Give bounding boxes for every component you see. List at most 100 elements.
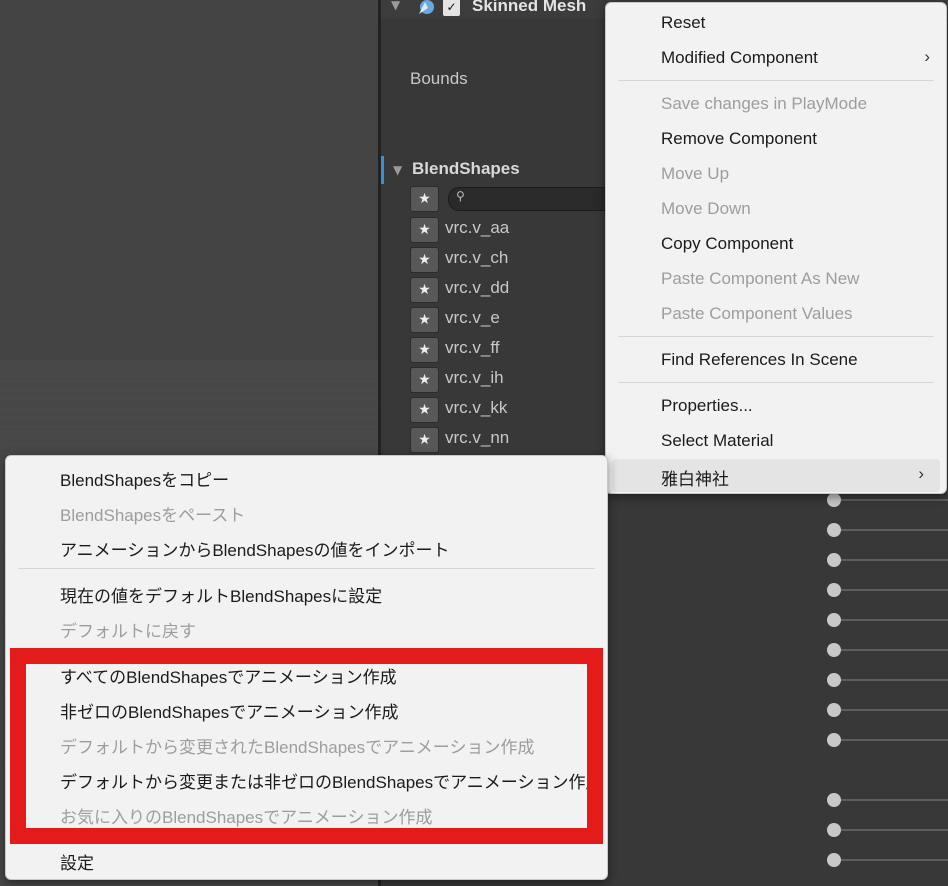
component-menu-item-label: Properties... (661, 396, 753, 415)
component-menu-item-label: Save changes in PlayMode (661, 94, 868, 113)
foldout-arrow-icon[interactable]: ▼ (391, 0, 400, 12)
component-menu-item-label: Paste Component As New (661, 269, 860, 288)
blendshape-menu-item-label: デフォルトから変更または非ゼロのBlendShapesでアニメーション作成 (60, 773, 603, 792)
component-menu-item-10[interactable]: Properties... (606, 390, 946, 423)
blendshape-slider-track[interactable] (833, 499, 948, 501)
favorite-filter-star-icon[interactable]: ★ (410, 186, 439, 212)
component-context-menu: Reset Modified Component › Save changes in … (605, 2, 947, 494)
component-menu-item-12[interactable]: 雅白神社 › (612, 459, 940, 492)
blendshape-menu-item-label: BlendShapesをコピー (60, 471, 230, 490)
favorite-star-icon[interactable]: ★ (410, 427, 439, 453)
component-menu-item-label: Select Material (661, 431, 774, 450)
menu-separator (18, 649, 595, 650)
skinned-mesh-icon (419, 0, 434, 14)
component-menu-item-label: Move Up (661, 164, 730, 183)
component-menu-item-6[interactable]: Copy Component (606, 228, 946, 261)
blendshape-slider-track[interactable] (833, 559, 948, 561)
menu-separator (618, 80, 934, 81)
blendshape-slider-handle[interactable] (827, 523, 841, 537)
component-menu-item-label: Modified Component (661, 48, 818, 67)
blendshape-slider-handle[interactable] (827, 583, 841, 597)
blendshape-name-label: vrc.v_kk (445, 398, 508, 417)
menu-separator (618, 336, 934, 337)
component-menu-item-11[interactable]: Select Material (606, 425, 946, 458)
blendshape-slider-handle[interactable] (827, 733, 841, 747)
submenu-chevron-right-icon: › (924, 47, 930, 66)
component-menu-item-label: Move Down (661, 199, 751, 218)
favorite-star-icon[interactable]: ★ (410, 397, 439, 423)
blendshape-menu-item-0[interactable]: BlendShapesをコピー (6, 460, 607, 493)
favorite-star-icon[interactable]: ★ (410, 247, 439, 273)
component-menu-item-8: Paste Component Values (606, 298, 946, 331)
search-icon: ⚲ (456, 189, 465, 203)
blendshape-slider-track[interactable] (833, 829, 948, 831)
component-menu-item-label: Paste Component Values (661, 304, 853, 323)
component-menu-item-3[interactable]: Remove Component (606, 123, 946, 156)
blendshape-menu-item-8[interactable]: デフォルトから変更または非ゼロのBlendShapesでアニメーション作成 (6, 762, 607, 795)
blendshape-slider-handle[interactable] (827, 823, 841, 837)
blendshape-slider-track[interactable] (833, 589, 948, 591)
favorite-star-icon[interactable]: ★ (410, 337, 439, 363)
component-menu-item-5: Move Down (606, 193, 946, 226)
component-title: Skinned Mesh (472, 0, 587, 15)
component-menu-item-1[interactable]: Modified Component › (606, 42, 946, 75)
component-menu-item-9[interactable]: Find References In Scene (606, 344, 946, 377)
blendshape-menu-item-2[interactable]: アニメーションからBlendShapesの値をインポート (6, 530, 607, 563)
blendshape-menu-item-5[interactable]: すべてのBlendShapesでアニメーション作成 (6, 657, 607, 690)
blendshape-menu-item-1: BlendShapesをペースト (6, 495, 607, 528)
blendshape-slider-handle[interactable] (827, 553, 841, 567)
blendshape-slider-handle[interactable] (827, 493, 841, 507)
blendshape-menu-item-6[interactable]: 非ゼロのBlendShapesでアニメーション作成 (6, 692, 607, 725)
component-menu-item-0[interactable]: Reset (606, 7, 946, 40)
favorite-star-icon[interactable]: ★ (410, 217, 439, 243)
component-enabled-checkbox[interactable]: ✓ (443, 0, 460, 16)
favorite-star-icon[interactable]: ★ (410, 307, 439, 333)
submenu-chevron-right-icon: › (918, 464, 924, 483)
blendshape-slider-track[interactable] (833, 529, 948, 531)
blendshape-name-label: vrc.v_ih (445, 368, 504, 387)
blendshape-menu-item-label: アニメーションからBlendShapesの値をインポート (60, 541, 450, 560)
component-menu-item-2: Save changes in PlayMode (606, 88, 946, 121)
blendshape-menu-item-10[interactable]: 設定 (6, 843, 607, 876)
component-menu-item-7: Paste Component As New (606, 263, 946, 296)
blendshape-slider-handle[interactable] (827, 853, 841, 867)
component-menu-item-label: Copy Component (661, 234, 794, 253)
blendshapes-accent-bar (381, 156, 384, 184)
blendshape-menu-item-9: お気に入りのBlendShapesでアニメーション作成 (6, 797, 607, 830)
blendshape-slider-track[interactable] (833, 739, 948, 741)
blendshape-menu-item-3[interactable]: 現在の値をデフォルトBlendShapesに設定 (6, 576, 607, 609)
blendshape-slider-track[interactable] (833, 649, 948, 651)
blendshape-menu-item-label: 現在の値をデフォルトBlendShapesに設定 (60, 587, 383, 606)
blendshape-menu-item-4: デフォルトに戻す (6, 611, 607, 644)
blendshape-menu-item-label: すべてのBlendShapesでアニメーション作成 (60, 668, 397, 687)
blendshape-name-label: vrc.v_aa (445, 218, 510, 237)
blendshape-slider-track[interactable] (833, 619, 948, 621)
component-menu-item-label: Find References In Scene (661, 350, 858, 369)
blendshape-name-label: vrc.v_nn (445, 428, 510, 447)
favorite-star-icon[interactable]: ★ (410, 367, 439, 393)
menu-separator (618, 382, 934, 383)
blendshape-menu-item-label: 設定 (60, 854, 94, 873)
component-menu-item-label: Remove Component (661, 129, 817, 148)
blendshape-slider-track[interactable] (833, 799, 948, 801)
blendshape-slider-handle[interactable] (827, 793, 841, 807)
blendshape-name-label: vrc.v_e (445, 308, 500, 327)
blendshape-menu-item-label: お気に入りのBlendShapesでアニメーション作成 (60, 808, 433, 827)
menu-separator (18, 568, 595, 569)
blendshapes-foldout-icon[interactable]: ▼ (393, 163, 402, 177)
blendshape-slider-handle[interactable] (827, 673, 841, 687)
menu-separator (18, 835, 595, 836)
blendshape-menu-item-label: デフォルトから変更されたBlendShapesでアニメーション作成 (60, 738, 535, 757)
component-menu-item-4: Move Up (606, 158, 946, 191)
blendshape-menu-item-label: デフォルトに戻す (60, 622, 196, 641)
blendshape-slider-handle[interactable] (827, 703, 841, 717)
blendshape-slider-track[interactable] (833, 859, 948, 861)
blendshape-slider-handle[interactable] (827, 613, 841, 627)
favorite-star-icon[interactable]: ★ (410, 277, 439, 303)
blendshape-slider-track[interactable] (833, 679, 948, 681)
blendshape-slider-track[interactable] (833, 709, 948, 711)
component-menu-item-label: 雅白神社 (661, 470, 729, 489)
component-menu-item-label: Reset (661, 13, 706, 32)
blendshape-slider-handle[interactable] (827, 643, 841, 657)
blendshape-menu-item-7: デフォルトから変更されたBlendShapesでアニメーション作成 (6, 727, 607, 760)
